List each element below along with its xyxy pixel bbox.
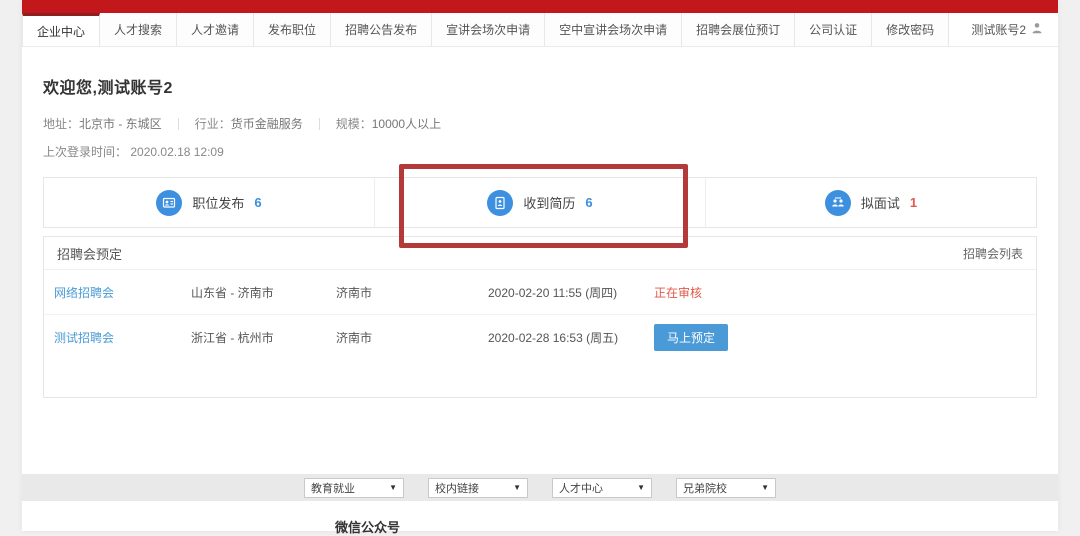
nav-tab-talent-search[interactable]: 人才搜索 (100, 13, 177, 46)
stat-label: 职位发布 (192, 193, 244, 212)
page-container: 企业中心 人才搜索 人才邀请 发布职位 招聘公告发布 宣讲会场次申请 空中宣讲会… (22, 0, 1058, 531)
nav-tab-talent-invite[interactable]: 人才邀请 (177, 13, 254, 46)
stats-bar: 职位发布 6 收到简历 6 (43, 177, 1037, 228)
interview-icon (825, 190, 851, 216)
job-fair-list-link[interactable]: 招聘会列表 (963, 245, 1023, 262)
region-cell: 浙江省 - 杭州市 (191, 329, 336, 346)
time-cell: 2020-02-28 16:53 (周五) (488, 329, 654, 346)
stat-job-posts[interactable]: 职位发布 6 (44, 178, 374, 227)
company-address: 地址： 北京市 - 东城区 (43, 115, 162, 132)
nav-tab-post-job[interactable]: 发布职位 (254, 13, 331, 46)
book-now-button[interactable]: 马上预定 (654, 324, 728, 351)
nav-tab-change-password[interactable]: 修改密码 (872, 13, 949, 46)
wechat-official-account-label: 微信公众号 (335, 517, 400, 536)
city-cell: 济南市 (336, 284, 488, 301)
table-row: 测试招聘会 浙江省 - 杭州市 济南市 2020-02-28 16:53 (周五… (44, 315, 1036, 360)
nav-tab-info-session-apply[interactable]: 宣讲会场次申请 (432, 13, 545, 46)
stat-label: 拟面试 (861, 193, 900, 212)
stat-resumes-received[interactable]: 收到简历 6 (374, 178, 705, 227)
region-cell: 山东省 - 济南市 (191, 284, 336, 301)
city-cell: 济南市 (336, 329, 488, 346)
status-badge: 正在审核 (654, 286, 702, 300)
stat-label: 收到简历 (523, 193, 575, 212)
footer-links-bar: 教育就业 ▼ 校内链接 ▼ 人才中心 ▼ 兄弟院校 ▼ (22, 474, 1058, 501)
company-industry: 行业： 货币金融服务 (195, 115, 303, 132)
stat-count: 1 (910, 195, 917, 210)
stat-count: 6 (585, 195, 592, 210)
chevron-down-icon: ▼ (637, 483, 645, 492)
nav-tab-booth-booking[interactable]: 招聘会展位预订 (682, 13, 795, 46)
chevron-down-icon: ▼ (513, 483, 521, 492)
job-fair-panel: 招聘会预定 招聘会列表 网络招聘会 山东省 - 济南市 济南市 2020-02-… (43, 236, 1037, 398)
account-menu[interactable]: 测试账号2 (956, 13, 1058, 46)
divider (178, 118, 179, 130)
top-red-bar (22, 0, 1058, 13)
company-info-row: 地址： 北京市 - 东城区 行业： 货币金融服务 规模： 10000人以上 (43, 115, 1037, 132)
job-post-icon (156, 190, 182, 216)
dropdown-campus-links[interactable]: 校内链接 ▼ (428, 478, 528, 498)
table-row: 网络招聘会 山东省 - 济南市 济南市 2020-02-20 11:55 (周四… (44, 270, 1036, 315)
nav-tab-enterprise-center[interactable]: 企业中心 (22, 13, 100, 46)
user-icon (1031, 22, 1043, 37)
chevron-down-icon: ▼ (761, 483, 769, 492)
last-login: 上次登录时间： 2020.02.18 12:09 (43, 143, 1037, 160)
divider (319, 118, 320, 130)
resume-icon (487, 190, 513, 216)
time-cell: 2020-02-20 11:55 (周四) (488, 284, 654, 301)
nav-tab-recruit-announcement[interactable]: 招聘公告发布 (331, 13, 432, 46)
dropdown-education-employment[interactable]: 教育就业 ▼ (304, 478, 404, 498)
job-fair-link[interactable]: 网络招聘会 (54, 286, 114, 300)
stat-planned-interviews[interactable]: 拟面试 1 (705, 178, 1036, 227)
dropdown-talent-center[interactable]: 人才中心 ▼ (552, 478, 652, 498)
welcome-title: 欢迎您,测试账号2 (43, 74, 1037, 98)
panel-header: 招聘会预定 招聘会列表 (44, 237, 1036, 270)
job-fair-link[interactable]: 测试招聘会 (54, 331, 114, 345)
nav-tab-company-verify[interactable]: 公司认证 (795, 13, 872, 46)
panel-title: 招聘会预定 (57, 244, 122, 263)
stat-count: 6 (254, 195, 261, 210)
main-nav: 企业中心 人才搜索 人才邀请 发布职位 招聘公告发布 宣讲会场次申请 空中宣讲会… (22, 13, 1058, 47)
welcome-section: 欢迎您,测试账号2 地址： 北京市 - 东城区 行业： 货币金融服务 规模： 1… (22, 74, 1058, 160)
chevron-down-icon: ▼ (389, 483, 397, 492)
account-name: 测试账号2 (971, 21, 1026, 38)
dropdown-sister-schools[interactable]: 兄弟院校 ▼ (676, 478, 776, 498)
company-scale: 规模： 10000人以上 (336, 115, 441, 132)
nav-tab-online-info-session-apply[interactable]: 空中宣讲会场次申请 (545, 13, 682, 46)
